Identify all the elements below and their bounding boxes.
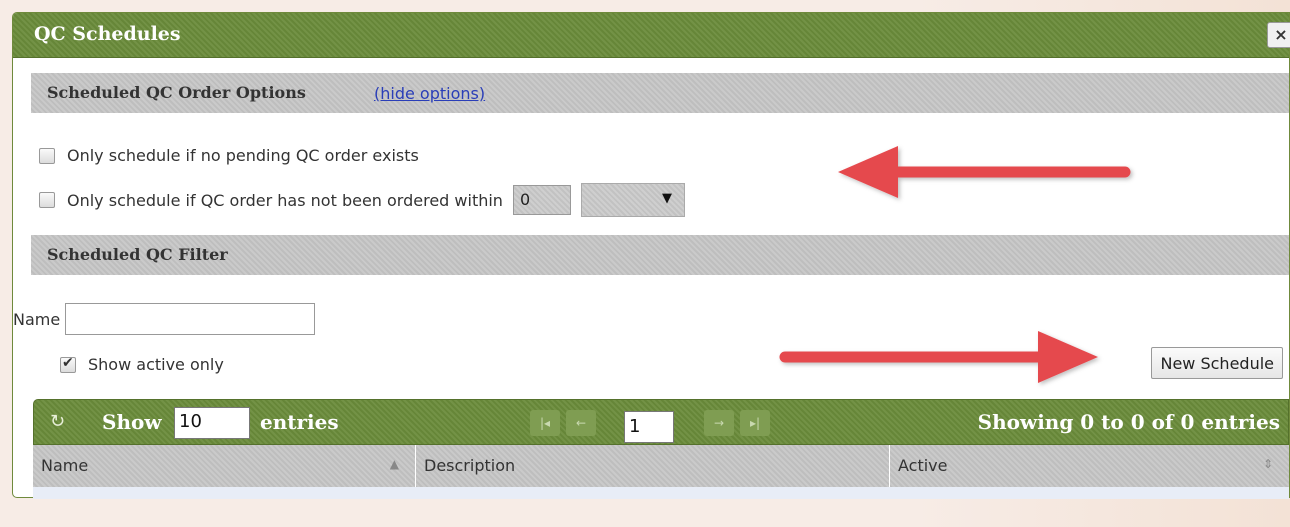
dropdown-arrow-icon: ▼	[661, 191, 672, 206]
no-pending-label: Only schedule if no pending QC order exi…	[67, 146, 419, 165]
page-length-input[interactable]: 10	[174, 407, 250, 439]
options-section-header: Scheduled QC Order Options (hide options…	[31, 73, 1289, 113]
ordered-within-checkbox[interactable]	[39, 192, 55, 208]
table-header: Name ▲ Description Active ⇕	[33, 445, 1289, 487]
refresh-icon[interactable]: ↻	[50, 411, 65, 432]
ordered-within-label: Only schedule if QC order has not been o…	[67, 190, 503, 210]
option-ordered-within-row: Only schedule if QC order has not been o…	[39, 183, 685, 217]
showing-info: Showing 0 to 0 of 0 entries	[977, 410, 1280, 434]
sort-both-icon: ⇕	[1262, 457, 1273, 471]
option-no-pending-row: Only schedule if no pending QC order exi…	[39, 146, 419, 165]
prev-page-icon[interactable]: ←	[566, 410, 596, 436]
within-value-input[interactable]: 0	[512, 185, 571, 215]
first-page-icon[interactable]: |◂	[530, 410, 560, 436]
close-icon[interactable]: ×	[1267, 22, 1290, 48]
qc-schedules-dialog: QC Schedules × Scheduled QC Order Option…	[12, 12, 1290, 499]
name-label: Name	[13, 309, 61, 329]
column-header-active[interactable]: Active ⇕	[890, 445, 1289, 487]
page-number-input[interactable]: 1	[624, 411, 674, 443]
column-header-description[interactable]: Description	[416, 445, 890, 487]
filter-section-header: Scheduled QC Filter	[31, 235, 1289, 275]
name-filter-row: Name	[13, 303, 316, 335]
active-only-row: Show active only	[60, 355, 224, 374]
within-unit-select[interactable]: ▼	[580, 183, 685, 217]
sort-asc-icon: ▲	[389, 457, 399, 471]
name-filter-input[interactable]	[65, 303, 316, 335]
last-page-icon[interactable]: ▸|	[740, 410, 770, 436]
active-only-label: Show active only	[88, 355, 224, 374]
table-empty-row	[33, 487, 1289, 499]
new-schedule-button[interactable]: New Schedule	[1151, 347, 1283, 379]
entries-label: entries	[260, 410, 339, 434]
show-label: Show	[102, 410, 162, 434]
next-page-icon[interactable]: →	[704, 410, 734, 436]
filter-section-title: Scheduled QC Filter	[47, 245, 228, 264]
column-header-label: Name	[41, 456, 89, 475]
active-only-checkbox[interactable]	[60, 355, 76, 373]
dialog-title: QC Schedules	[34, 23, 181, 45]
column-header-label: Active	[898, 456, 948, 475]
no-pending-checkbox[interactable]	[39, 147, 55, 164]
column-header-name[interactable]: Name ▲	[33, 445, 416, 487]
table-toolbar: ↻ Show 10 entries |◂ ← 1 → ▸| Showing 0 …	[33, 399, 1289, 445]
column-header-label: Description	[424, 456, 516, 475]
options-section-title: Scheduled QC Order Options	[47, 83, 306, 102]
hide-options-link[interactable]: (hide options)	[374, 84, 485, 103]
dialog-titlebar[interactable]: QC Schedules ×	[13, 13, 1290, 58]
